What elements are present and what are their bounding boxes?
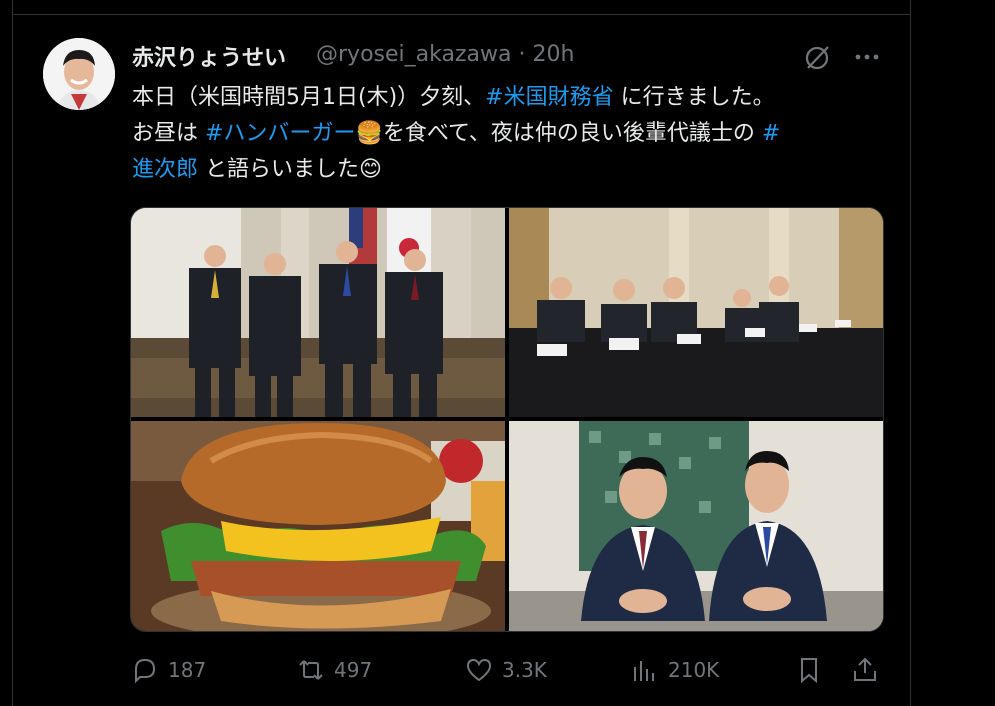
tweet-time[interactable]: · 20h: [518, 42, 574, 67]
views-count: 210K: [668, 658, 720, 682]
bookmark-button[interactable]: [794, 648, 824, 692]
reply-icon: [135, 658, 156, 684]
share-icon: [854, 657, 876, 681]
more-icon[interactable]: [852, 42, 882, 72]
hashtag-treasury[interactable]: #米国財務省: [485, 85, 613, 110]
author-display-name[interactable]: 赤沢りょうせい: [132, 40, 286, 72]
author-handle-time[interactable]: @ryosei_akazawa · 20h: [316, 42, 574, 67]
media-grid: [130, 207, 884, 632]
tweet-line-1: 本日（米国時間5月1日(木)）夕刻、#米国財務省 に行きました。: [132, 80, 892, 116]
tweet-divider: [12, 14, 911, 15]
meeting-handshake-photo[interactable]: [131, 208, 505, 417]
tweet-text-segment: と語らいました: [198, 157, 360, 182]
author-handle[interactable]: @ryosei_akazawa: [316, 42, 511, 67]
views-button[interactable]: 210K: [630, 648, 719, 692]
tweet-actions: 187 497 3.3K 210K: [130, 648, 882, 692]
reply-count: 187: [168, 658, 207, 682]
repost-button[interactable]: 497: [296, 648, 372, 692]
share-button[interactable]: [850, 648, 880, 692]
hashtag-hamburger[interactable]: #ハンバーガー: [205, 121, 355, 146]
tweet-text: 本日（米国時間5月1日(木)）夕刻、#米国財務省 に行きました。 お昼は #ハン…: [132, 80, 892, 188]
author-avatar[interactable]: [43, 38, 115, 110]
smile-emoji: 😊: [359, 157, 382, 182]
hamburger-photo[interactable]: [131, 421, 505, 631]
tweet-text-segment: 本日（米国時間5月1日(木)）夕刻、: [132, 85, 486, 110]
tweet-text-segment: に行きました。: [613, 85, 775, 110]
two-men-seated-photo[interactable]: [509, 421, 883, 631]
tweet-text-segment: お昼は: [132, 121, 205, 146]
reply-button[interactable]: 187: [130, 648, 206, 692]
hashtag-mark[interactable]: #: [762, 121, 780, 146]
hashtag-shinjiro[interactable]: 進次郎: [132, 157, 198, 182]
repost-count: 497: [334, 658, 373, 682]
like-count: 3.3K: [502, 658, 547, 682]
bookmark-icon: [801, 658, 817, 684]
press-conference-photo[interactable]: [509, 208, 883, 417]
like-button[interactable]: 3.3K: [464, 648, 547, 692]
grok-icon[interactable]: [802, 42, 832, 72]
hamburger-emoji: 🍔: [355, 121, 383, 146]
tweet-line-3: 進次郎 と語らいました😊: [132, 152, 892, 188]
tweet-text-segment: を食べて、夜は仲の良い後輩代議士の: [382, 121, 762, 146]
like-icon: [466, 658, 492, 682]
repost-icon: [299, 660, 323, 680]
column-border-right: [910, 0, 911, 706]
column-border-left: [12, 0, 13, 706]
views-icon: [634, 661, 654, 681]
tweet-line-2: お昼は #ハンバーガー🍔を食べて、夜は仲の良い後輩代議士の #: [132, 116, 892, 152]
